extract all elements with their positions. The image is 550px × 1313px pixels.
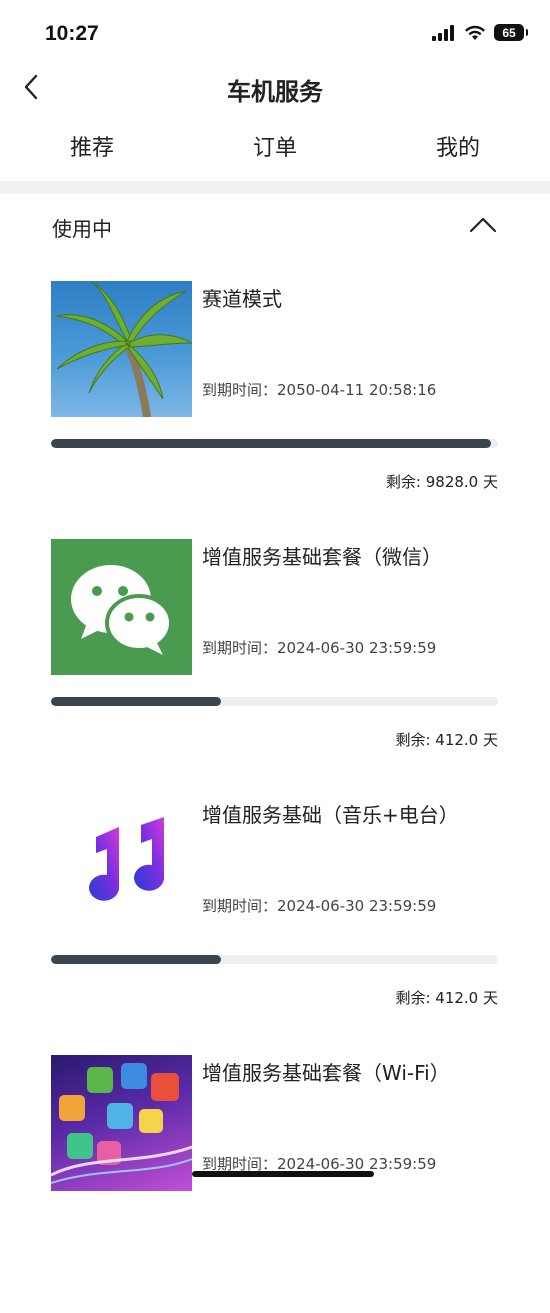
battery-level: 65: [502, 25, 516, 40]
tab-recommend[interactable]: 推荐: [70, 130, 114, 162]
wechat-icon: [51, 539, 192, 675]
service-name: 增值服务基础套餐（微信）: [202, 545, 442, 569]
progress-fill: [51, 439, 492, 448]
progress-fill: [51, 955, 221, 964]
status-bar: 10:27 65: [0, 0, 550, 62]
palm-tree-image: [51, 281, 192, 417]
service-name: 增值服务基础套餐（Wi-Fi）: [202, 1061, 450, 1085]
tab-mine[interactable]: 我的: [436, 130, 480, 162]
service-item[interactable]: 增值服务基础（音乐+电台） 到期时间：2024-06-30 23:59:59 剩…: [0, 797, 550, 1055]
service-remaining: 剩余: 412.0 天: [395, 731, 498, 749]
service-expiry: 到期时间：2024-06-30 23:59:59: [202, 897, 437, 915]
progress-bar: [51, 439, 498, 448]
service-item[interactable]: 增值服务基础套餐（Wi-Fi） 到期时间：2024-06-30 23:59:59: [0, 1055, 550, 1313]
status-time: 10:27: [45, 22, 99, 45]
progress-fill: [51, 697, 221, 706]
progress-bar: [51, 955, 498, 964]
section-header: 使用中: [0, 196, 550, 256]
progress-bar: [51, 697, 498, 706]
collapse-button[interactable]: [468, 214, 498, 236]
service-expiry: 到期时间：2024-06-30 23:59:59: [202, 639, 437, 657]
status-icons: 65: [432, 24, 528, 41]
service-expiry: 到期时间：2050-04-11 20:58:16: [202, 381, 437, 399]
music-note-icon: [51, 797, 192, 933]
section-title: 使用中: [52, 217, 112, 241]
header: 车机服务: [0, 62, 550, 114]
chevron-up-icon: [469, 217, 497, 233]
page-title: 车机服务: [227, 78, 323, 106]
app-collage-image: [51, 1055, 192, 1191]
service-item[interactable]: 赛道模式 到期时间：2050-04-11 20:58:16 剩余: 9828.0…: [0, 281, 550, 539]
signal-icon: [432, 24, 454, 41]
home-indicator: [192, 1171, 374, 1177]
service-name: 增值服务基础（音乐+电台）: [202, 803, 459, 827]
tab-orders[interactable]: 订单: [253, 130, 297, 162]
service-item[interactable]: 增值服务基础套餐（微信） 到期时间：2024-06-30 23:59:59 剩余…: [0, 539, 550, 797]
wifi-icon: [465, 25, 485, 40]
service-remaining: 剩余: 412.0 天: [395, 989, 498, 1007]
divider-band: [0, 181, 550, 194]
tab-bar: 推荐 订单 我的: [0, 130, 550, 170]
battery-indicator: 65: [494, 24, 528, 41]
service-remaining: 剩余: 9828.0 天: [385, 473, 498, 491]
service-name: 赛道模式: [202, 287, 282, 311]
